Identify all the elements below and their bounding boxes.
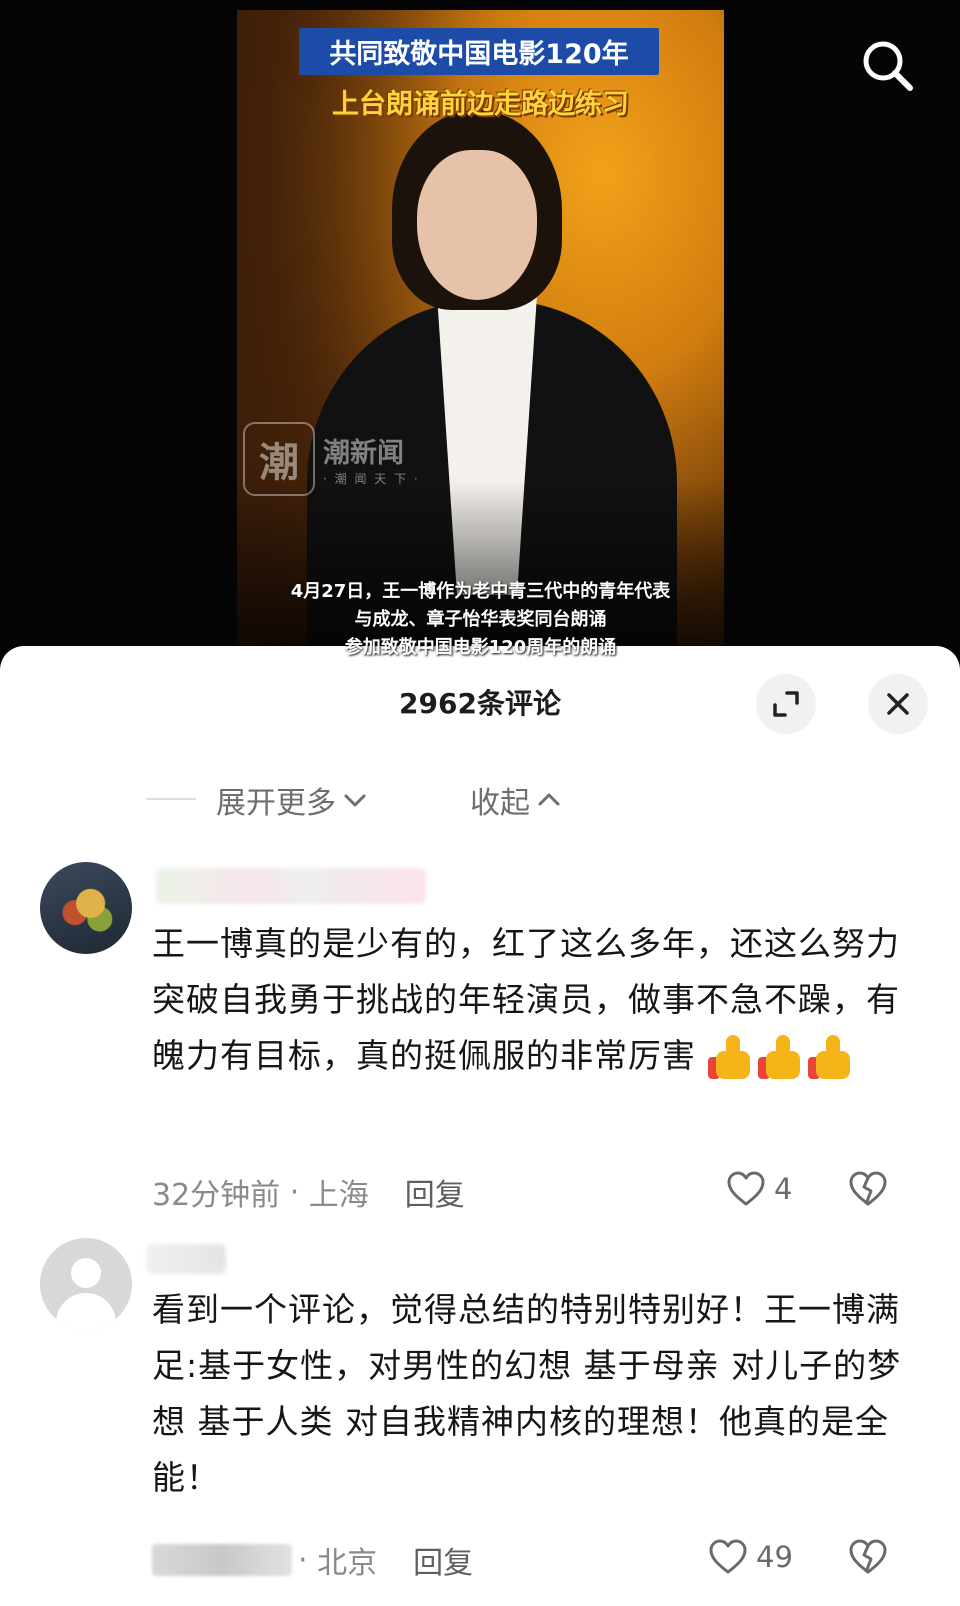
search-button[interactable] [858,36,918,96]
expand-more-link[interactable]: 展开更多 [216,778,368,822]
video-headline-primary: 共同致敬中国电影120年 [299,28,659,75]
like-button[interactable]: 49 [708,1538,793,1576]
comment-meta: · 北京 回复 [152,1538,473,1582]
expand-more-label: 展开更多 [216,786,336,821]
caption-line: 与成龙、章子怡华表奖同台朗诵 [354,609,607,630]
username-blurred[interactable] [156,868,426,904]
broken-heart-icon [849,1539,887,1574]
like-count: 49 [756,1540,793,1574]
thumbs-up-icon [807,1034,854,1081]
meta-separator: · [298,1542,318,1578]
comment-text: 王一博真的是少有的，红了这么多年，还这么努力突破自我勇于挑战的年轻演员，做事不急… [152,916,912,1084]
username-blurred[interactable] [146,1244,226,1274]
news-watermark: 潮 潮新闻 · 潮 闻 天 下 · [243,422,420,496]
chevron-down-icon [344,794,366,807]
dislike-button[interactable] [848,1170,888,1212]
video-figure-shirt [437,295,537,595]
meta-separator: · [280,1174,309,1210]
comment-meta: 32分钟前 · 上海 回复 [152,1170,465,1214]
video-caption: 4月27日，王一博作为老中青三代中的青年代表 与成龙、章子怡华表奖同台朗诵 参加… [237,578,724,660]
comments-sheet: 2962条评论 展开更多 收起 王一博真的是少有的，红了这么多年，还这么努力突破… [0,646,960,1606]
search-icon [863,41,913,91]
divider [146,798,196,800]
news-name: 潮新闻 [323,438,404,469]
chevron-up-icon [538,793,560,806]
caption-line: 4月27日，王一博作为老中青三代中的青年代表 [290,581,671,602]
thumbs-up-icon [707,1034,754,1081]
avatar[interactable] [40,862,132,954]
caption-line: 参加致敬中国电影120周年的朗诵 [344,637,617,658]
like-button[interactable]: 4 [726,1170,792,1208]
collapse-label: 收起 [470,786,530,821]
dislike-button[interactable] [848,1538,888,1580]
reply-button[interactable]: 回复 [413,1538,473,1582]
comment-location: 北京 [317,1546,378,1581]
video-figure-face [417,150,537,300]
comments-count-title: 2962条评论 [399,687,561,720]
video-player[interactable]: 共同致敬中国电影120年 上台朗诵前边走路边练习 潮 潮新闻 · 潮 闻 天 下… [0,0,960,680]
like-count: 4 [774,1172,793,1206]
video-frame[interactable]: 共同致敬中国电影120年 上台朗诵前边走路边练习 潮 潮新闻 · 潮 闻 天 下… [237,10,724,660]
broken-heart-icon [849,1171,887,1206]
thumbs-up-icon [757,1034,804,1081]
video-headline-secondary: 上台朗诵前边走路边练习 [332,89,629,120]
heart-icon [727,1171,765,1206]
comment-time: 32分钟前 [152,1178,281,1213]
close-button[interactable] [868,674,928,734]
expand-icon [773,691,799,717]
comment-location: 上海 [308,1178,369,1213]
close-icon [887,693,909,715]
news-logo: 潮 [243,422,315,496]
news-slogan: · 潮 闻 天 下 · [323,472,420,486]
thumbs-up-emojis [707,1034,854,1081]
avatar[interactable] [40,1238,132,1330]
reply-fold-row: 展开更多 收起 [0,776,960,821]
comment-text: 看到一个评论，觉得总结的特别特别好！王一博满足:基于女性，对男性的幻想 基于母亲… [152,1282,912,1506]
comment-body: 看到一个评论，觉得总结的特别特别好！王一博满足:基于女性，对男性的幻想 基于母亲… [152,1290,902,1497]
time-blurred [152,1544,292,1576]
reply-button[interactable]: 回复 [405,1170,465,1214]
collapse-link[interactable]: 收起 [470,778,562,822]
expand-button[interactable] [756,674,816,734]
heart-icon [709,1539,747,1574]
